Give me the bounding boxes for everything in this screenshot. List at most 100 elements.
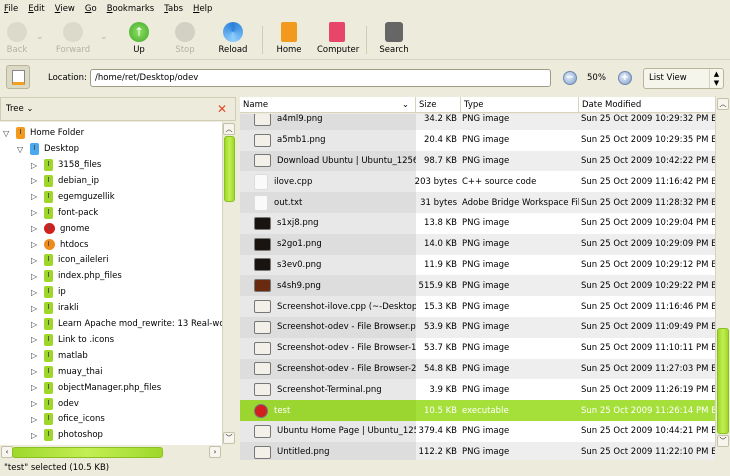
tree-horizontal-scrollbar[interactable]: ‹ › xyxy=(0,446,222,459)
scroll-down-icon[interactable]: ﹀ xyxy=(717,435,729,447)
reload-button[interactable]: Reload xyxy=(218,20,248,55)
collapsed-triangle-icon[interactable]: ▷ xyxy=(31,192,41,201)
collapsed-triangle-icon[interactable]: ▷ xyxy=(31,240,41,249)
collapsed-triangle-icon[interactable]: ▷ xyxy=(31,272,41,281)
file-row[interactable]: Untitled.png 112.2 KB PNG image Sun 25 Oct … xyxy=(240,441,715,460)
list-vertical-scrollbar[interactable]: ︿ ﹀ xyxy=(715,96,730,448)
menu-tabs[interactable]: Tabs xyxy=(164,4,183,14)
back-button[interactable]: Back xyxy=(4,20,30,55)
tree-item[interactable]: ▷ ip xyxy=(31,284,66,300)
forward-history-chevron-icon[interactable]: ⌄ xyxy=(100,32,108,42)
tree-item[interactable]: ▷ 3158_files xyxy=(31,157,101,173)
up-button[interactable]: ↑ Up xyxy=(128,20,150,55)
file-row[interactable]: ilove.cpp 203 bytes C++ source code Sun 25 … xyxy=(240,171,715,193)
scroll-right-icon[interactable]: › xyxy=(209,446,221,458)
forward-button[interactable]: Forward xyxy=(54,20,92,55)
collapsed-triangle-icon[interactable]: ▷ xyxy=(31,367,41,376)
computer-button[interactable]: Computer xyxy=(317,20,359,55)
tree-item[interactable]: ▷ font-pack xyxy=(31,205,98,221)
menu-file[interactable]: File xyxy=(4,4,18,14)
tree-item[interactable]: ▷ odev xyxy=(31,396,79,412)
scroll-up-icon[interactable]: ︿ xyxy=(717,98,729,110)
scroll-thumb[interactable] xyxy=(224,136,235,202)
column-header-date[interactable]: Date Modified xyxy=(579,97,715,113)
image-file-icon xyxy=(254,154,271,168)
column-header-size[interactable]: Size xyxy=(416,97,461,113)
tree-item[interactable]: ▷ htdocs xyxy=(31,237,88,253)
scroll-thumb[interactable] xyxy=(717,328,729,434)
collapsed-triangle-icon[interactable]: ▷ xyxy=(31,304,41,313)
home-button[interactable]: Home xyxy=(276,20,302,55)
collapsed-triangle-icon[interactable]: ▷ xyxy=(31,288,41,297)
file-row[interactable]: Screenshot-odev - File Browser-2... 54.8 … xyxy=(240,358,715,380)
view-mode-select[interactable]: List View ▲ ▼ xyxy=(643,68,724,89)
file-row[interactable]: s2go1.png 14.0 KB PNG image Sun 25 Oct 2009… xyxy=(240,233,715,255)
tree-item[interactable]: ▷ debian_ip xyxy=(31,173,99,189)
collapsed-triangle-icon[interactable]: ▷ xyxy=(31,431,41,440)
file-row[interactable]: a5mb1.png 20.4 KB PNG image Sun 25 Oct 2009… xyxy=(240,129,715,151)
tree-item-home[interactable]: ▽ Home Folder xyxy=(3,125,84,141)
collapsed-triangle-icon[interactable]: ▷ xyxy=(31,208,41,217)
tree-item[interactable]: ▷ Learn Apache mod_rewrite: 13 Real-world xyxy=(31,316,222,332)
collapsed-triangle-icon[interactable]: ▷ xyxy=(31,224,41,233)
tree-vertical-scrollbar[interactable]: ︿ ﹀ xyxy=(222,122,236,445)
scroll-up-icon[interactable]: ︿ xyxy=(223,123,235,135)
folder-icon xyxy=(44,254,53,267)
menu-bookmarks[interactable]: Bookmarks xyxy=(107,4,155,14)
tree-item-desktop[interactable]: ▽ Desktop xyxy=(17,141,79,157)
expanded-triangle-icon[interactable]: ▽ xyxy=(3,129,13,138)
file-row[interactable]: out.txt 31 bytes Adobe Bridge Workspace Fi… xyxy=(240,192,715,213)
tree-item[interactable]: ▷ matlab xyxy=(31,348,88,364)
collapsed-triangle-icon[interactable]: ▷ xyxy=(31,176,41,185)
tree-item[interactable]: ▷ Link to .icons xyxy=(31,332,114,348)
tree-item[interactable]: ▷ photoshop xyxy=(31,427,103,443)
collapsed-triangle-icon[interactable]: ▷ xyxy=(31,320,41,329)
menu-go[interactable]: Go xyxy=(85,4,97,14)
tree-item[interactable]: ▷ gnome xyxy=(31,221,90,237)
back-history-chevron-icon[interactable]: ⌄ xyxy=(36,32,44,42)
file-row[interactable]: s1xj8.png 13.8 KB PNG image Sun 25 Oct 2009… xyxy=(240,213,715,234)
tree-item[interactable]: ▷ egemguzellik xyxy=(31,189,115,205)
column-header-type[interactable]: Type xyxy=(461,97,579,113)
file-row[interactable]: a4ml9.png 34.2 KB PNG image Sun 25 Oct 2009… xyxy=(240,114,715,130)
folder-icon xyxy=(44,381,53,394)
collapsed-triangle-icon[interactable]: ▷ xyxy=(31,256,41,265)
collapsed-triangle-icon[interactable]: ▷ xyxy=(31,415,41,424)
file-row[interactable]: s4sh9.png 515.9 KB PNG image Sun 25 Oct 200… xyxy=(240,275,715,297)
collapsed-triangle-icon[interactable]: ▷ xyxy=(31,383,41,392)
close-sidebar-icon[interactable]: ✕ xyxy=(217,102,227,116)
tree-item[interactable]: ▷ index.php_files xyxy=(31,268,122,284)
column-header-name[interactable]: Name ⌄ xyxy=(240,97,416,113)
file-row[interactable]: Download Ubuntu | Ubuntu_1256... 98.7 KB P… xyxy=(240,150,715,172)
menu-edit[interactable]: Edit xyxy=(28,4,44,14)
tree-item[interactable]: ▷ muay_thai xyxy=(31,364,102,380)
scroll-down-icon[interactable]: ﹀ xyxy=(223,432,235,444)
tree-item[interactable]: ▷ objectManager.php_files xyxy=(31,380,161,396)
file-row[interactable]: Screenshot-odev - File Browser-1... 53.7 … xyxy=(240,337,715,359)
file-row[interactable]: Screenshot-Terminal.png 3.9 KB PNG image Su… xyxy=(240,379,715,401)
expanded-triangle-icon[interactable]: ▽ xyxy=(17,145,27,154)
stop-button[interactable]: Stop xyxy=(174,20,196,55)
collapsed-triangle-icon[interactable]: ▷ xyxy=(31,335,41,344)
location-input[interactable] xyxy=(90,69,551,87)
collapsed-triangle-icon[interactable]: ▷ xyxy=(31,161,41,170)
sidebar-type-select[interactable]: Tree ⌄ xyxy=(6,104,34,114)
search-button[interactable]: Search xyxy=(379,20,409,55)
collapsed-triangle-icon[interactable]: ▷ xyxy=(31,399,41,408)
tree-item[interactable]: ▷ ofice_icons xyxy=(31,411,105,427)
zoom-out-icon[interactable]: − xyxy=(563,71,577,85)
file-row[interactable]: test 10.5 KB executable Sun 25 Oct 2009 11:… xyxy=(240,400,715,421)
file-name: Ubuntu Home Page | Ubuntu_125... xyxy=(277,426,416,437)
file-row[interactable]: Ubuntu Home Page | Ubuntu_125... 379.4 KB… xyxy=(240,421,715,442)
menu-help[interactable]: Help xyxy=(193,4,212,14)
menu-view[interactable]: View xyxy=(55,4,75,14)
toggle-location-edit-button[interactable] xyxy=(6,65,30,89)
file-row[interactable]: Screenshot-odev - File Browser.p... 53.9 … xyxy=(240,317,715,338)
tree-item[interactable]: ▷ irakli xyxy=(31,300,79,316)
zoom-in-icon[interactable]: + xyxy=(618,71,632,85)
tree-item[interactable]: ▷ icon_aileleri xyxy=(31,252,108,268)
file-row[interactable]: s3ev0.png 11.9 KB PNG image Sun 25 Oct 2009… xyxy=(240,254,715,276)
scroll-thumb[interactable] xyxy=(12,447,163,458)
collapsed-triangle-icon[interactable]: ▷ xyxy=(31,351,41,360)
file-row[interactable]: Screenshot-ilove.cpp (~-Desktop... 15.3 K… xyxy=(240,296,715,317)
